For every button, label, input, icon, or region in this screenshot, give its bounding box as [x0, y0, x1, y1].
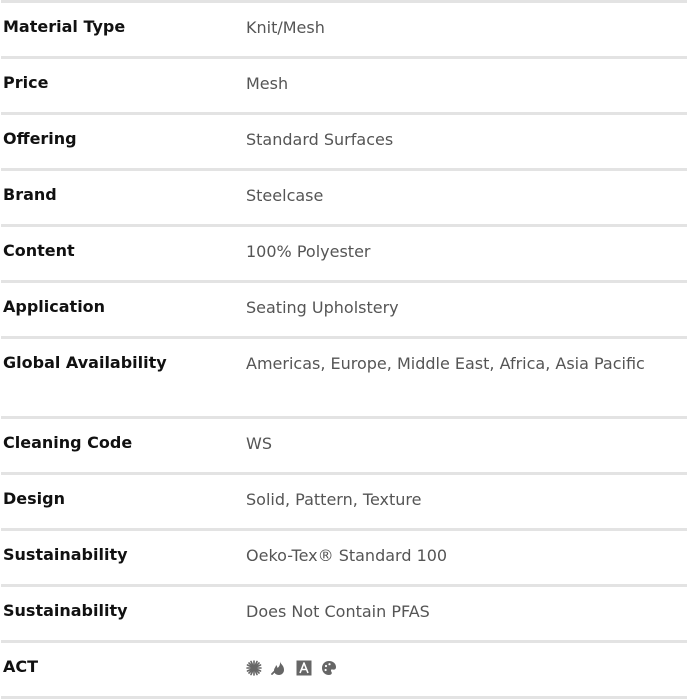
- spec-label: Brand: [3, 185, 57, 204]
- spec-table: Material Type Knit/Mesh Price Mesh Offer…: [1, 0, 687, 699]
- spec-label: ACT: [3, 657, 39, 676]
- spec-row-brand: Brand Steelcase: [1, 168, 687, 224]
- spec-row-price: Price Mesh: [1, 56, 687, 112]
- spec-value: Americas, Europe, Middle East, Africa, A…: [246, 354, 645, 373]
- spec-value: Standard Surfaces: [246, 130, 394, 149]
- spec-label: Content: [3, 241, 75, 260]
- spec-row-sustainability: Sustainability Oeko-Tex® Standard 100: [1, 528, 687, 584]
- spec-value: Steelcase: [246, 186, 324, 205]
- spec-row-act: ACT: [1, 640, 687, 699]
- spec-value: Solid, Pattern, Texture: [246, 490, 422, 509]
- spec-value: WS: [246, 434, 272, 453]
- spec-label: Global Availability: [3, 353, 167, 372]
- spec-label: Price: [3, 73, 49, 92]
- spec-value: Knit/Mesh: [246, 18, 325, 37]
- act-icons: [246, 657, 687, 679]
- spec-value: 100% Polyester: [246, 242, 371, 261]
- spec-value: Oeko-Tex® Standard 100: [246, 546, 448, 565]
- spec-label: Application: [3, 297, 106, 316]
- spec-row-sustainability-pfas: Sustainability Does Not Contain PFAS: [1, 584, 687, 640]
- spec-value: Seating Upholstery: [246, 298, 399, 317]
- spec-row-content: Content 100% Polyester: [1, 224, 687, 280]
- spec-row-global-availability: Global Availability Americas, Europe, Mi…: [1, 336, 687, 416]
- spec-row-offering: Offering Standard Surfaces: [1, 112, 687, 168]
- flammability-icon: [271, 660, 287, 676]
- spec-label: Design: [3, 489, 65, 508]
- lightfastness-icon: [246, 660, 262, 676]
- spec-label: Sustainability: [3, 601, 128, 620]
- spec-label: Sustainability: [3, 545, 128, 564]
- spec-value: Mesh: [246, 74, 289, 93]
- spec-row-cleaning-code: Cleaning Code WS: [1, 416, 687, 472]
- spec-label: Material Type: [3, 17, 126, 36]
- abrasion-icon: [296, 660, 312, 676]
- colorfastness-icon: [321, 660, 337, 676]
- spec-value: Does Not Contain PFAS: [246, 602, 430, 621]
- spec-row-material-type: Material Type Knit/Mesh: [1, 0, 687, 56]
- spec-row-application: Application Seating Upholstery: [1, 280, 687, 336]
- spec-label: Cleaning Code: [3, 433, 133, 452]
- spec-row-design: Design Solid, Pattern, Texture: [1, 472, 687, 528]
- spec-label: Offering: [3, 129, 77, 148]
